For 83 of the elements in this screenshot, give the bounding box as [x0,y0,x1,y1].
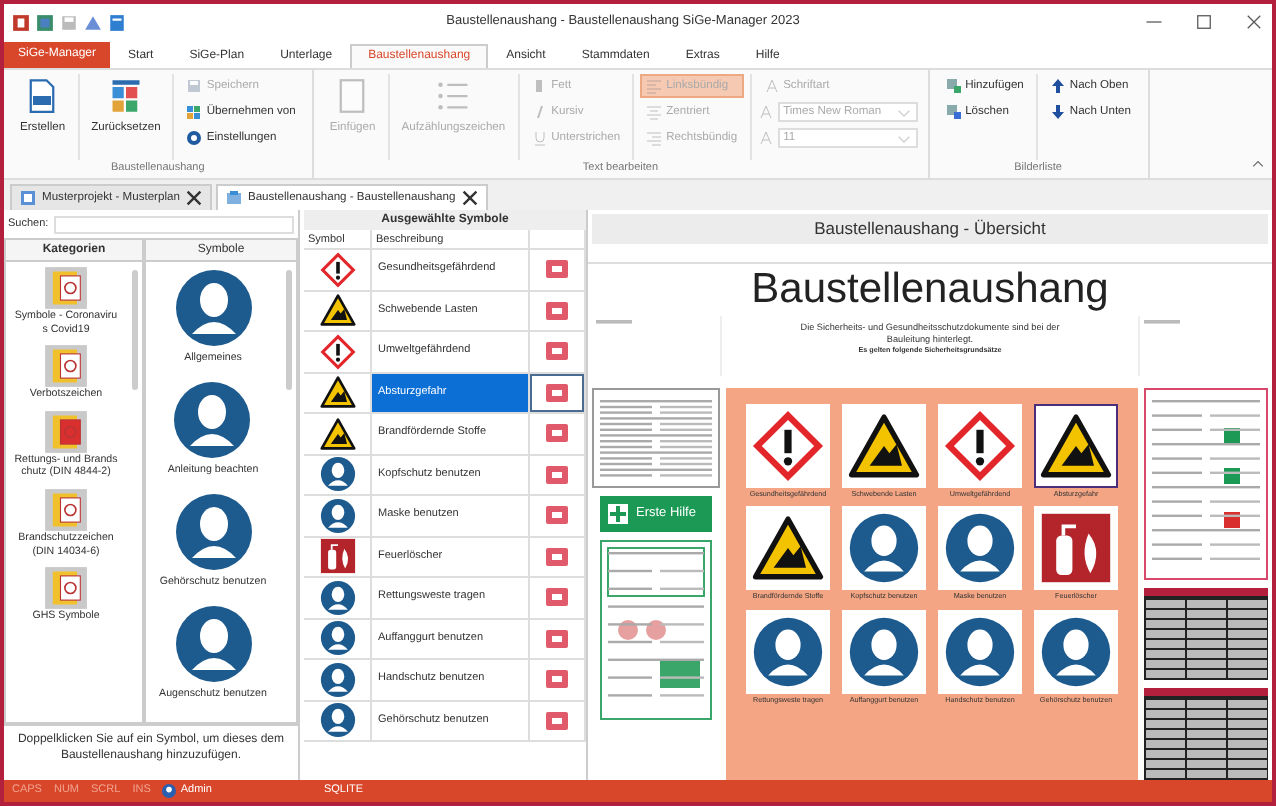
image-list-icon [945,104,962,120]
mandatory-sign-icon [319,497,355,534]
delete-button[interactable] [546,342,568,361]
remove-icon [552,717,562,724]
mandatory-sign-icon [172,379,253,460]
close-icon[interactable] [461,190,478,206]
remove-icon [552,348,562,355]
close-icon[interactable] [185,190,202,206]
mandatory-sign-icon [319,661,355,698]
hazard-diamond-icon [319,251,355,288]
cross-icon [608,504,628,524]
warning-icon[interactable] [84,13,102,31]
delete-button[interactable] [546,301,568,320]
poster-heading: Baustellenaushang [749,264,1111,316]
delete-button[interactable] [546,383,568,402]
warning-triangle-icon [319,374,355,411]
remove-icon [552,389,562,396]
category-icon [44,409,88,454]
mandatory-sign-icon [319,579,355,616]
delete-button[interactable] [546,547,568,566]
table-thumbnail [1144,688,1268,780]
image-list-icon [945,78,962,94]
remove-icon [552,553,562,560]
mandatory-sign-icon [319,456,355,493]
remove-icon [552,635,562,642]
panel-title: Baustellenaushang - Übersicht [592,214,1268,244]
document-icon [20,190,36,206]
arrow-up-icon [1049,78,1066,94]
grid-icon [107,78,144,114]
remove-icon [552,430,562,437]
settings-icon [186,130,203,146]
collapse-icon[interactable] [1252,158,1264,170]
logo-icon[interactable] [12,13,30,31]
align-icon [646,78,663,94]
delete-button[interactable] [546,670,568,689]
delete-button[interactable] [546,711,568,730]
mandatory-sign-icon [173,603,253,684]
search-field[interactable] [54,215,294,233]
category-icon [44,266,88,310]
remove-icon [552,594,562,601]
category-icon [44,566,88,611]
warning-triangle-icon [319,292,355,329]
font-icon [763,78,780,94]
grid-icon[interactable] [36,13,54,31]
scrollbar[interactable] [286,270,292,390]
remove-icon [552,471,562,478]
category-icon [44,344,88,389]
delete-button[interactable] [546,588,568,607]
category-icon [44,488,88,533]
table-thumbnail [1144,588,1268,680]
align-icon [646,130,663,146]
delete-button[interactable] [546,506,568,525]
font-icon [757,104,774,120]
delete-button[interactable] [546,424,568,443]
text-format-icon [531,130,548,146]
document-icon[interactable] [108,13,126,31]
mandatory-sign-icon [173,491,253,572]
mandatory-sign-icon [319,702,355,739]
warning-triangle-icon [319,415,355,452]
mandatory-sign-icon [319,620,355,657]
save-icon[interactable] [60,13,78,31]
list-icon [435,78,472,114]
align-icon [646,104,663,120]
document-thumbnail [592,388,720,488]
close-icon[interactable] [1244,12,1264,32]
delete-button[interactable] [546,260,568,279]
scrollbar[interactable] [132,270,138,390]
delete-button[interactable] [546,629,568,648]
remove-icon [552,266,562,273]
grid-icon [186,104,203,120]
user-icon [162,784,177,798]
save-icon [186,78,203,94]
maximize-icon[interactable] [1194,12,1214,32]
font-icon [757,130,774,146]
arrow-down-icon [1049,104,1066,120]
fire-extinguisher-icon [319,538,355,575]
remove-icon [552,512,562,519]
mandatory-sign-icon [173,268,253,348]
hazard-diamond-icon [319,333,355,370]
remove-icon [552,676,562,683]
document-icon [225,190,242,206]
delete-button[interactable] [546,465,568,484]
remove-icon [552,307,562,314]
